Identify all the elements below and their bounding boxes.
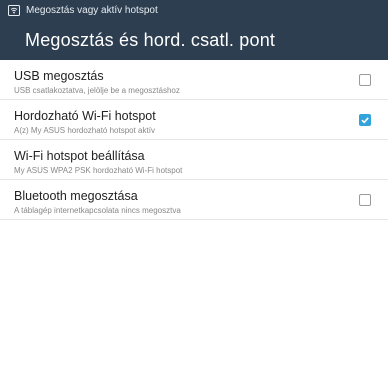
setting-title: USB megosztás [14,69,104,83]
page-title: Megosztás és hord. csatl. pont [25,29,276,50]
setting-usb-tethering[interactable]: USB megosztás USB csatlakoztatva, jelölj… [0,60,388,100]
setting-summary: My ASUS WPA2 PSK hordozható Wi-Fi hotspo… [14,166,183,175]
wifi-hotspot-icon [8,4,20,16]
status-bar-text: Megosztás vagy aktív hotspot [26,4,158,16]
status-bar: Megosztás vagy aktív hotspot [0,0,388,20]
wifi-hotspot-checkbox[interactable] [359,114,371,126]
setting-title: Wi-Fi hotspot beállítása [14,149,145,163]
setting-summary: USB csatlakoztatva, jelölje be a megoszt… [14,86,180,95]
setting-wifi-hotspot[interactable]: Hordozható Wi-Fi hotspot A(z) My ASUS ho… [0,100,388,140]
setting-title: Bluetooth megosztása [14,189,138,203]
setting-summary: A(z) My ASUS hordozható hotspot aktív [14,126,155,135]
settings-list: USB megosztás USB csatlakoztatva, jelölj… [0,60,388,220]
bluetooth-tethering-checkbox[interactable] [359,194,371,206]
setting-title: Hordozható Wi-Fi hotspot [14,109,156,123]
action-bar: Megosztás és hord. csatl. pont [0,20,388,60]
usb-tethering-checkbox[interactable] [359,74,371,86]
setting-wifi-hotspot-config[interactable]: Wi-Fi hotspot beállítása My ASUS WPA2 PS… [0,140,388,180]
setting-summary: A táblagép internetkapcsolata nincs mego… [14,206,181,215]
checkmark-icon [361,117,369,124]
setting-bluetooth-tethering[interactable]: Bluetooth megosztása A táblagép internet… [0,180,388,220]
